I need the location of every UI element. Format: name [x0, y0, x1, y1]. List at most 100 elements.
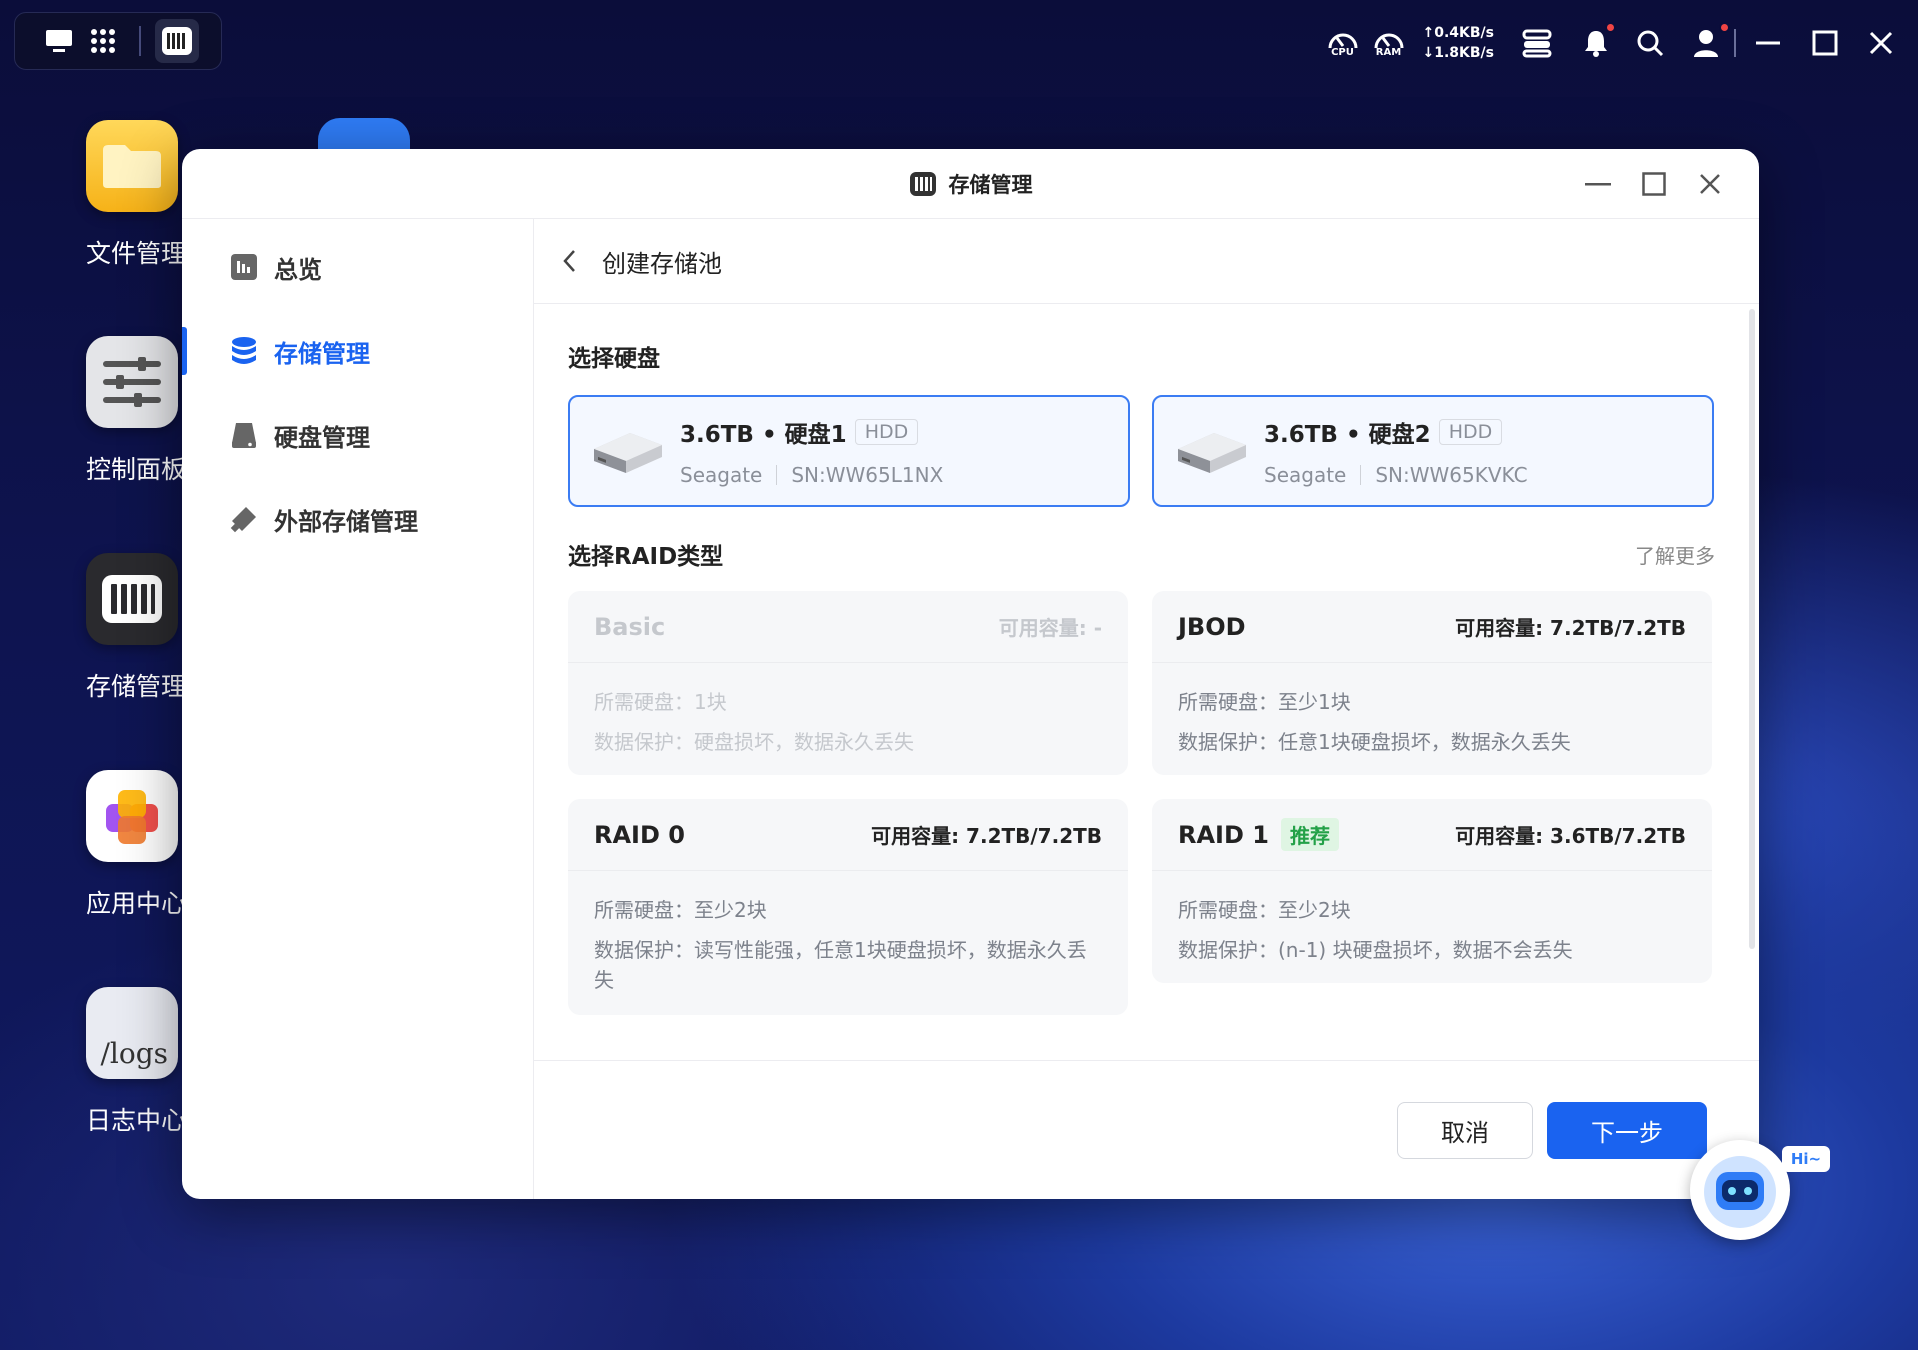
disk-brand: Seagate [680, 463, 763, 487]
raid-disk-requirement: 所需硬盘：至少2块 [1178, 898, 1351, 922]
disk-brand: Seagate [1264, 463, 1347, 487]
server-icon[interactable] [1522, 28, 1552, 58]
desktop-file-manager[interactable]: 文件管理 [86, 120, 186, 270]
sidebar-item-external-storage[interactable]: 外部存储管理 [182, 477, 533, 561]
download-speed: ↓1.8KB/s [1422, 45, 1495, 61]
raid-capacity: 可用容量: 7.2TB/7.2TB [871, 824, 1102, 848]
recommended-badge: 推荐 [1280, 818, 1339, 851]
raid-name: RAID 1 [1178, 820, 1269, 849]
desktop-control-panel[interactable]: 控制面板 [86, 336, 186, 486]
minimize-icon[interactable] [1754, 29, 1782, 57]
raid-disk-requirement: 所需硬盘：至少2块 [594, 898, 767, 922]
raid-data-protection: 数据保护：硬盘损坏，数据永久丢失 [594, 730, 914, 754]
window-title: 存储管理 [948, 172, 1033, 197]
back-chevron-icon[interactable] [562, 246, 588, 276]
dialog-footer: 取消 下一步 [534, 1060, 1759, 1199]
disk-type-badge: HDD [1438, 419, 1503, 445]
sidebar-item-disks[interactable]: 硬盘管理 [182, 393, 533, 477]
close-icon[interactable] [1868, 30, 1894, 56]
raid-name: JBOD [1178, 612, 1246, 641]
desktop-icon[interactable] [37, 19, 81, 63]
sliders-icon [86, 336, 178, 428]
cancel-button[interactable]: 取消 [1397, 1102, 1533, 1159]
network-speed: ↑0.4KB/s ↓1.8KB/s [1423, 23, 1495, 63]
window-close-icon[interactable] [1695, 167, 1725, 201]
sidebar-item-label: 总览 [274, 255, 322, 284]
window-maximize-icon[interactable] [1639, 167, 1669, 201]
raid-section-title: 选择RAID类型 [568, 544, 724, 570]
logs-icon: /logs [86, 987, 178, 1079]
desktop-icon-label: 日志中心 [86, 1106, 187, 1135]
taskbar-left [14, 12, 222, 70]
breadcrumb: 创建存储池 [534, 219, 1759, 304]
notification-dot [1605, 22, 1616, 33]
storage-app-icon [909, 171, 936, 196]
system-tray: CPU RAM ↑0.4KB/s ↓1.8KB/s [1323, 18, 1895, 68]
database-icon [228, 335, 260, 367]
usb-drive-icon [228, 503, 260, 535]
ram-gauge[interactable]: RAM [1369, 28, 1409, 58]
assistant-greeting-bubble: Hi~ [1782, 1146, 1830, 1172]
disk-selection-section: 选择硬盘 3.6TB • 硬盘1 HDD Seagate SN:WW65L1NX 3… [568, 339, 1715, 507]
app-grid-icon[interactable] [81, 19, 125, 63]
storage-manager-window: 存储管理 总览 存储管理 硬盘管理 外部存储管理 创建存储池 选择硬盘 3.6T… [182, 149, 1759, 1199]
sidebar-item-label: 外部存储管理 [274, 507, 418, 536]
disk-card[interactable]: 3.6TB • 硬盘1 HDD Seagate SN:WW65L1NX [568, 395, 1130, 507]
raid-option-jbod[interactable]: JBOD 可用容量: 7.2TB/7.2TB 所需硬盘：至少1块数据保护：任意1块… [1152, 591, 1712, 775]
desktop-log-center[interactable]: /logs 日志中心 [86, 987, 186, 1137]
raid-option-raid0[interactable]: RAID 0 可用容量: 7.2TB/7.2TB 所需硬盘：至少2块数据保护：读写… [568, 799, 1128, 1015]
assistant-mascot[interactable] [1690, 1140, 1790, 1240]
notification-bell-icon[interactable] [1582, 22, 1616, 58]
next-step-button[interactable]: 下一步 [1547, 1102, 1707, 1159]
breadcrumb-title: 创建存储池 [602, 249, 722, 278]
sidebar-item-storage[interactable]: 存储管理 [182, 309, 533, 393]
raid-capacity: 可用容量: 3.6TB/7.2TB [1455, 824, 1686, 848]
cpu-label: CPU [1331, 47, 1354, 58]
raid-data-protection: 数据保护：读写性能强，任意1块硬盘损坏，数据永久丢失 [594, 938, 1087, 992]
raid-data-protection: 数据保护：任意1块硬盘损坏，数据永久丢失 [1178, 730, 1571, 754]
cpu-gauge[interactable]: CPU [1323, 28, 1363, 58]
storage-app-taskbar-icon[interactable] [155, 19, 199, 63]
user-alert-dot [1719, 22, 1730, 33]
sidebar: 总览 存储管理 硬盘管理 外部存储管理 [182, 219, 534, 1199]
raid-disk-requirement: 所需硬盘：至少1块 [1178, 690, 1351, 714]
app-center-icon [86, 770, 178, 862]
window-titlebar[interactable]: 存储管理 [182, 149, 1759, 219]
search-icon[interactable] [1636, 29, 1664, 57]
scrollbar[interactable] [1749, 309, 1755, 949]
disk-size-label: 3.6TB • 硬盘1 [680, 422, 847, 448]
sidebar-item-label: 硬盘管理 [274, 423, 370, 452]
maximize-icon[interactable] [1812, 30, 1838, 56]
raid-name: RAID 0 [594, 820, 685, 849]
disk-section-title: 选择硬盘 [568, 346, 660, 372]
chart-icon [228, 251, 260, 283]
disk-serial: SN:WW65KVKC [1375, 463, 1528, 487]
disk-card[interactable]: 3.6TB • 硬盘2 HDD Seagate SN:WW65KVKC [1152, 395, 1714, 507]
disk-serial: SN:WW65L1NX [791, 463, 944, 487]
raid-disk-requirement: 所需硬盘：1块 [594, 690, 727, 714]
raid-capacity: 可用容量: 7.2TB/7.2TB [1455, 616, 1686, 640]
user-avatar-icon[interactable] [1692, 22, 1730, 58]
raid-data-protection: 数据保护：(n-1) 块硬盘损坏，数据不会丢失 [1178, 938, 1573, 962]
desktop-storage-manager[interactable]: 存储管理 [86, 553, 186, 703]
window-minimize-icon[interactable] [1583, 167, 1613, 201]
raid-capacity: 可用容量: - [998, 616, 1102, 640]
hard-disk-icon [228, 419, 260, 451]
desktop-icon-label: 文件管理 [86, 239, 187, 268]
raid-selection-section: 选择RAID类型 了解更多 Basic 可用容量: - 所需硬盘：1块 数据保护：硬… [568, 537, 1715, 1015]
sidebar-item-label: 存储管理 [274, 339, 370, 368]
disk-type-badge: HDD [854, 419, 919, 445]
raid-option-raid1[interactable]: RAID 1 推荐 可用容量: 3.6TB/7.2TB 所需硬盘：至少2块数据保护：… [1152, 799, 1712, 983]
learn-more-link[interactable]: 了解更多 [1635, 540, 1715, 569]
storage-drives-icon [86, 553, 178, 645]
sidebar-item-overview[interactable]: 总览 [182, 225, 533, 309]
upload-speed: ↑0.4KB/s [1422, 25, 1495, 41]
taskbar-divider [139, 26, 141, 56]
desktop-icon-label: 应用中心 [86, 889, 187, 918]
logs-tile-text: /logs [100, 1036, 168, 1070]
robot-icon [1704, 1156, 1776, 1228]
tray-divider [1734, 29, 1736, 57]
desktop-app-center[interactable]: 应用中心 [86, 770, 186, 920]
ram-label: RAM [1375, 47, 1402, 58]
folder-icon [86, 120, 178, 212]
